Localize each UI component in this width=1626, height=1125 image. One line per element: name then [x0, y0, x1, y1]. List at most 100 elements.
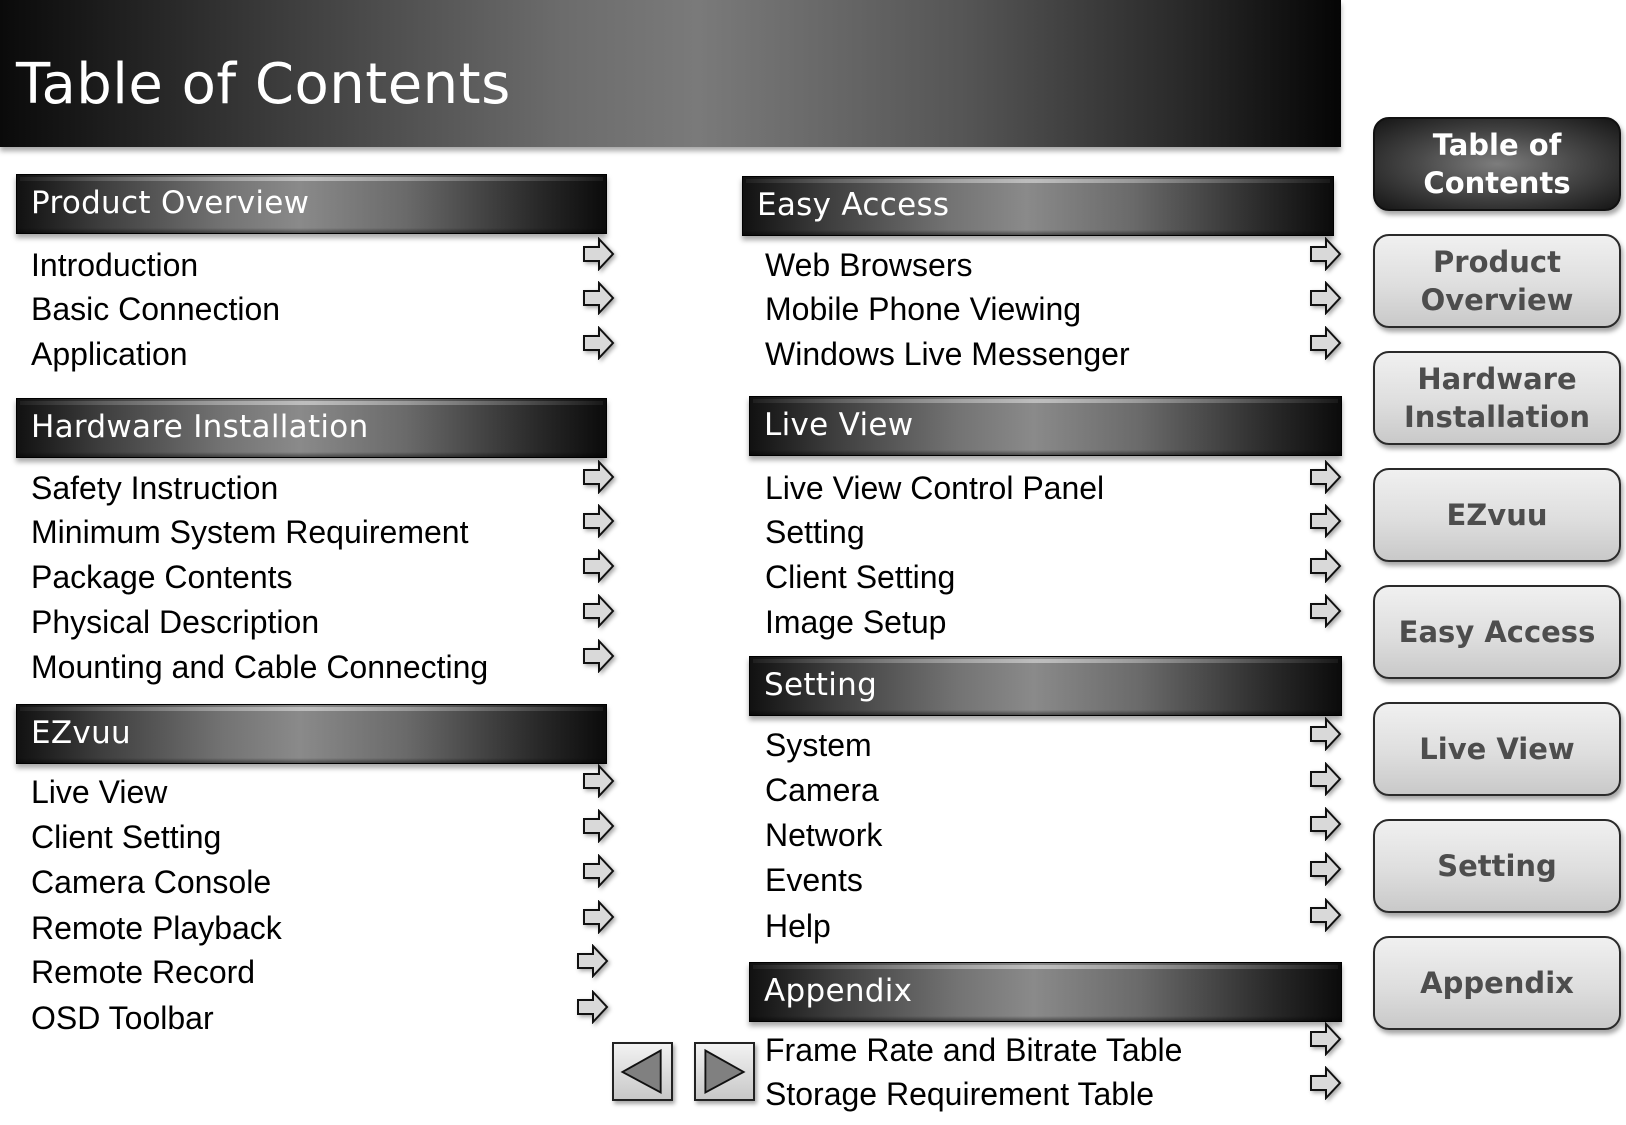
toc-link-label: Setting	[765, 514, 865, 550]
sidebar-button-product-overview[interactable]: Product Overview	[1373, 234, 1621, 328]
section-title: Easy Access	[757, 187, 950, 223]
right-arrow-icon[interactable]	[1309, 460, 1343, 494]
right-arrow-icon[interactable]	[1309, 852, 1343, 886]
toc-link-setting-5[interactable]: Help	[765, 898, 1349, 948]
right-arrow-icon[interactable]	[1309, 549, 1343, 583]
toc-link-product-overview-1[interactable]: Introduction	[31, 237, 622, 287]
right-arrow-icon[interactable]	[1309, 762, 1343, 796]
sidebar-button-easy-access[interactable]: Easy Access	[1373, 585, 1621, 679]
sidebar-button-label: Appendix	[1420, 966, 1574, 1000]
right-arrow-icon[interactable]	[1309, 898, 1343, 932]
toc-link-label: Live View	[31, 774, 168, 810]
section-bar-ezvuu: EZvuu	[16, 704, 607, 764]
right-arrow-icon[interactable]	[582, 639, 616, 673]
toc-link-hardware-installation-1[interactable]: Safety Instruction	[31, 460, 622, 510]
toc-link-appendix-1[interactable]: Frame Rate and Bitrate Table	[765, 1022, 1349, 1072]
toc-link-ezvuu-1[interactable]: Live View	[31, 764, 622, 814]
toc-link-product-overview-3[interactable]: Application	[31, 326, 622, 376]
toc-link-label: Safety Instruction	[31, 470, 279, 506]
right-arrow-icon[interactable]	[582, 504, 616, 538]
section-bar-hardware-installation: Hardware Installation	[16, 398, 607, 458]
right-arrow-icon[interactable]	[582, 326, 616, 360]
right-arrow-icon[interactable]	[576, 944, 610, 978]
toc-link-setting-4[interactable]: Events	[765, 852, 1349, 902]
sidebar-button-hardware-installation[interactable]: Hardware Installation	[1373, 351, 1621, 445]
section-bar-appendix: Appendix	[749, 962, 1342, 1022]
section-bar-product-overview: Product Overview	[16, 174, 607, 234]
toc-link-ezvuu-4[interactable]: Remote Playback	[31, 900, 622, 950]
right-arrow-icon[interactable]	[582, 854, 616, 888]
toc-link-label: Mounting and Cable Connecting	[31, 649, 489, 685]
toc-link-label: Image Setup	[765, 604, 947, 640]
section-bar-easy-access: Easy Access	[742, 176, 1334, 236]
right-arrow-icon[interactable]	[582, 281, 616, 315]
toc-link-label: Mobile Phone Viewing	[765, 291, 1082, 327]
toc-link-ezvuu-6[interactable]: OSD Toolbar	[31, 990, 622, 1040]
right-arrow-icon[interactable]	[1309, 594, 1343, 628]
section-title: Appendix	[764, 973, 913, 1009]
toc-link-label: Application	[31, 336, 188, 372]
toc-link-ezvuu-3[interactable]: Camera Console	[31, 854, 622, 904]
toc-link-label: Web Browsers	[765, 247, 973, 283]
toc-link-label: Frame Rate and Bitrate Table	[765, 1032, 1183, 1068]
toc-link-label: Minimum System Requirement	[31, 514, 469, 550]
toc-link-label: Remote Playback	[31, 910, 282, 946]
toc-link-live-view-1[interactable]: Live View Control Panel	[765, 460, 1349, 510]
toc-link-label: Windows Live Messenger	[765, 336, 1130, 372]
toc-link-hardware-installation-5[interactable]: Mounting and Cable Connecting	[31, 639, 622, 689]
section-bar-setting: Setting	[749, 656, 1342, 716]
right-arrow-icon[interactable]	[582, 549, 616, 583]
right-arrow-icon[interactable]	[576, 990, 610, 1024]
toc-link-setting-2[interactable]: Camera	[765, 762, 1349, 812]
right-arrow-icon[interactable]	[582, 764, 616, 798]
toc-link-easy-access-3[interactable]: Windows Live Messenger	[765, 326, 1349, 376]
toc-link-label: System	[765, 727, 872, 763]
right-arrow-icon[interactable]	[1309, 1022, 1343, 1056]
previous-page-button[interactable]	[612, 1042, 673, 1101]
section-title: Setting	[764, 667, 878, 703]
right-arrow-icon[interactable]	[582, 237, 616, 271]
toc-link-live-view-3[interactable]: Client Setting	[765, 549, 1349, 599]
sidebar-button-label: Hardware Installation	[1404, 362, 1590, 434]
section-bar-live-view: Live View	[749, 396, 1342, 456]
right-arrow-icon[interactable]	[1309, 504, 1343, 538]
toc-link-setting-3[interactable]: Network	[765, 807, 1349, 857]
right-arrow-icon[interactable]	[1309, 1066, 1343, 1100]
right-arrow-icon[interactable]	[1309, 807, 1343, 841]
toc-link-hardware-installation-3[interactable]: Package Contents	[31, 549, 622, 599]
toc-link-label: Help	[765, 908, 831, 944]
right-arrow-icon[interactable]	[582, 594, 616, 628]
toc-link-label: Client Setting	[765, 559, 956, 595]
toc-link-label: Events	[765, 862, 863, 898]
toc-link-live-view-4[interactable]: Image Setup	[765, 594, 1349, 644]
toc-link-ezvuu-2[interactable]: Client Setting	[31, 809, 622, 859]
toc-link-hardware-installation-4[interactable]: Physical Description	[31, 594, 622, 644]
sidebar-button-appendix[interactable]: Appendix	[1373, 936, 1621, 1030]
right-arrow-icon[interactable]	[1309, 326, 1343, 360]
toc-link-setting-1[interactable]: System	[765, 717, 1349, 767]
right-arrow-icon[interactable]	[1309, 237, 1343, 271]
toc-link-label: Storage Requirement Table	[765, 1076, 1154, 1112]
toc-link-label: Client Setting	[31, 819, 222, 855]
right-arrow-icon[interactable]	[1309, 281, 1343, 315]
toc-link-easy-access-1[interactable]: Web Browsers	[765, 237, 1349, 287]
right-arrow-icon[interactable]	[1309, 717, 1343, 751]
toc-link-easy-access-2[interactable]: Mobile Phone Viewing	[765, 281, 1349, 331]
toc-link-appendix-2[interactable]: Storage Requirement Table	[765, 1066, 1349, 1116]
toc-link-label: Live View Control Panel	[765, 470, 1105, 506]
right-arrow-icon[interactable]	[582, 900, 616, 934]
toc-link-hardware-installation-2[interactable]: Minimum System Requirement	[31, 504, 622, 554]
toc-link-product-overview-2[interactable]: Basic Connection	[31, 281, 622, 331]
page-header: Table of Contents	[0, 0, 1341, 147]
sidebar-button-table-of-contents[interactable]: Table of Contents	[1373, 117, 1621, 211]
toc-link-live-view-2[interactable]: Setting	[765, 504, 1349, 554]
right-arrow-icon[interactable]	[582, 809, 616, 843]
sidebar-button-ezvuu[interactable]: EZvuu	[1373, 468, 1621, 562]
sidebar-button-label: Setting	[1437, 849, 1557, 883]
toc-link-ezvuu-5[interactable]: Remote Record	[31, 944, 622, 994]
right-arrow-icon[interactable]	[582, 460, 616, 494]
sidebar-button-live-view[interactable]: Live View	[1373, 702, 1621, 796]
toc-link-label: Introduction	[31, 247, 199, 283]
next-page-button[interactable]	[694, 1042, 755, 1101]
sidebar-button-setting[interactable]: Setting	[1373, 819, 1621, 913]
